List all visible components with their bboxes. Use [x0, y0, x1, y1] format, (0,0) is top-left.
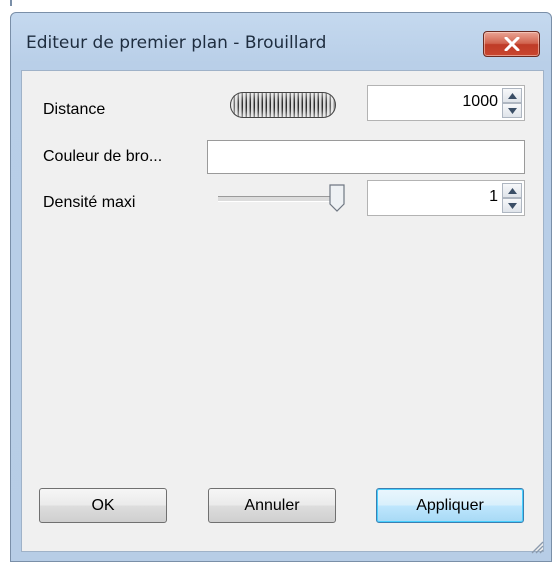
distance-value: 1000: [462, 93, 498, 110]
densite-spin-up-button[interactable]: [502, 183, 522, 198]
resize-grip-icon[interactable]: [528, 538, 544, 554]
distance-label: Distance: [43, 101, 106, 118]
densite-label: Densité maxi: [43, 194, 136, 211]
densite-slider-track[interactable]: [218, 196, 338, 202]
apply-button[interactable]: Appliquer: [376, 488, 524, 523]
distance-spin-buttons: [502, 88, 522, 118]
densite-value: 1: [489, 188, 498, 205]
ok-button[interactable]: OK: [39, 488, 167, 523]
densite-spinbox[interactable]: 1: [367, 180, 525, 216]
couleur-field[interactable]: [207, 140, 525, 174]
distance-spin-up-button[interactable]: [502, 88, 522, 103]
distance-jog-wheel[interactable]: [230, 92, 336, 118]
window-edge-mark: [10, 0, 12, 6]
arrow-down-icon: [508, 108, 517, 114]
close-icon: [504, 37, 520, 51]
arrow-down-icon: [508, 203, 517, 209]
cancel-button[interactable]: Annuler: [208, 488, 336, 523]
densite-spin-down-button[interactable]: [502, 198, 522, 213]
densite-spin-buttons: [502, 183, 522, 213]
couleur-label: Couleur de bro...: [43, 148, 163, 165]
densite-slider-thumb[interactable]: [329, 184, 345, 212]
arrow-up-icon: [508, 93, 517, 99]
distance-spinbox[interactable]: 1000: [367, 85, 525, 121]
arrow-up-icon: [508, 188, 517, 194]
distance-spin-down-button[interactable]: [502, 103, 522, 118]
close-button[interactable]: [483, 31, 540, 57]
window-title: Editeur de premier plan - Brouillard: [26, 33, 327, 53]
